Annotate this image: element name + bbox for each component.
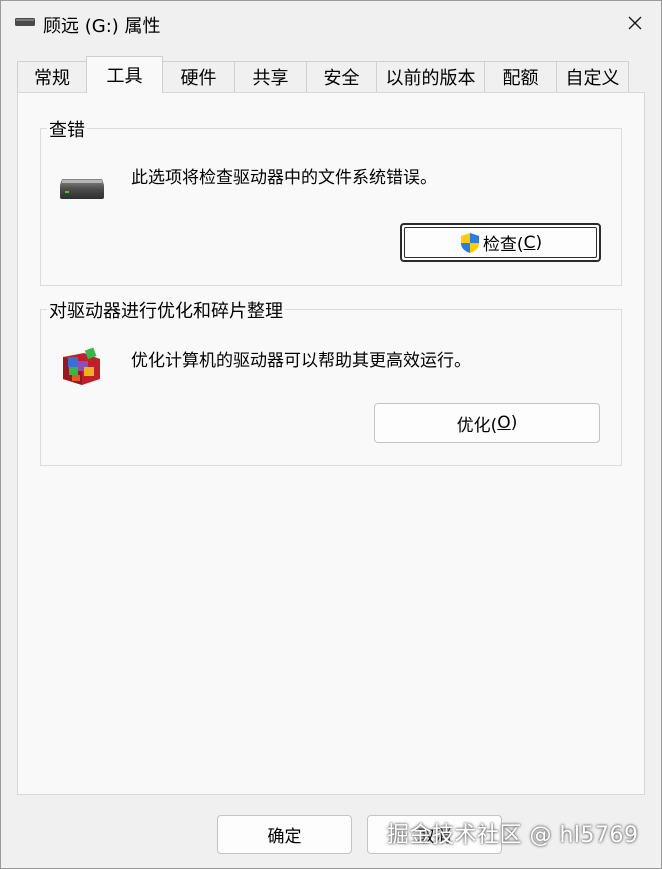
hard-drive-icon [60, 179, 104, 199]
tab-strip: 常规 工具 硬件 共享 安全 以前的版本 配额 自定义 [17, 56, 629, 93]
tools-panel: 查错 此选项将检查驱动器中的文件系统错误。 检查(C) 对驱动器进行优化和碎… [17, 92, 645, 795]
close-icon [628, 16, 642, 30]
close-button[interactable] [613, 5, 657, 41]
tab-quota[interactable]: 配额 [484, 61, 557, 92]
optimize-description: 优化计算机的驱动器可以帮助其更高效运行。 [131, 351, 471, 371]
tab-general[interactable]: 常规 [17, 61, 87, 92]
button-label: 优化( [456, 415, 498, 436]
error-check-description: 此选项将检查驱动器中的文件系统错误。 [131, 168, 437, 188]
check-button[interactable]: 检查(C) [400, 223, 601, 262]
tab-tools[interactable]: 工具 [86, 56, 163, 93]
ok-button[interactable]: 确定 [217, 815, 352, 854]
button-label-suffix: ) [510, 413, 518, 433]
optimize-button[interactable]: 优化(O) [374, 403, 600, 443]
button-label: 检查( [482, 235, 524, 255]
tab-label: 配额 [502, 68, 539, 89]
optimize-group: 对驱动器进行优化和碎片整理 优化计算机的驱动器可以帮助其更高效运行。 优化(O) [40, 297, 622, 466]
window-title: 顾远 (G:) 属性 [43, 16, 161, 37]
button-label: 确定 [267, 827, 302, 847]
drive-icon [15, 18, 35, 26]
group-title: 查错 [47, 116, 87, 142]
defrag-icon [63, 347, 100, 385]
tab-hardware[interactable]: 硬件 [162, 61, 235, 92]
button-label-suffix: ) [535, 232, 543, 253]
tab-sharing[interactable]: 共享 [234, 61, 307, 92]
tab-label: 共享 [252, 68, 289, 89]
tab-label: 常规 [34, 68, 70, 89]
tab-label: 以前的版本 [385, 68, 476, 89]
tab-customize[interactable]: 自定义 [556, 61, 629, 92]
uac-shield-icon [460, 232, 479, 253]
group-title: 对驱动器进行优化和碎片整理 [47, 297, 285, 323]
tab-previous-versions[interactable]: 以前的版本 [376, 61, 485, 92]
tab-label: 工具 [106, 66, 143, 87]
tab-security[interactable]: 安全 [306, 61, 377, 92]
watermark: 掘金技术社区 @ hl5769 [387, 823, 639, 848]
tab-label: 自定义 [565, 68, 620, 89]
title-bar: 顾远 (G:) 属性 [1, 1, 661, 45]
tab-label: 硬件 [180, 68, 217, 89]
accelerator-key: C [523, 232, 536, 253]
accelerator-key: O [497, 413, 511, 433]
error-check-group: 查错 此选项将检查驱动器中的文件系统错误。 检查(C) [40, 116, 622, 286]
tab-label: 安全 [323, 68, 360, 89]
properties-dialog: 顾远 (G:) 属性 常规 工具 硬件 共享 安全 以前的版本 配额 自定义 查… [0, 0, 662, 869]
